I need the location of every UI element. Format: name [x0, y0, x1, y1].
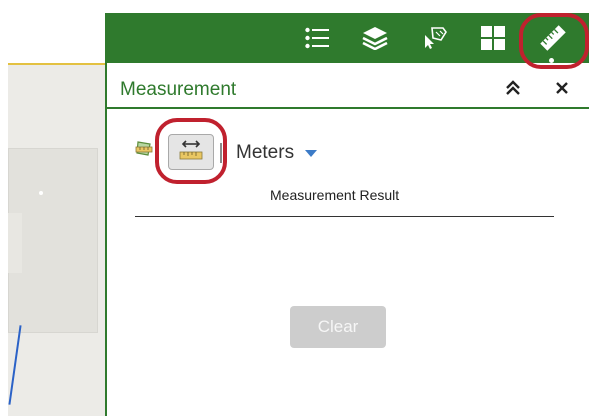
double-chevron-up-icon	[506, 80, 520, 95]
unit-label: Meters	[236, 142, 295, 163]
result-label: Measurement Result	[270, 187, 400, 203]
app-screen: Measurement Meters Measurement Result Cl…	[0, 0, 589, 416]
grid-button[interactable]	[473, 13, 513, 63]
top-toolbar	[105, 13, 589, 63]
select-icon	[425, 27, 447, 49]
ruler-icon	[540, 25, 566, 51]
collapse-button[interactable]	[504, 79, 522, 97]
panel-title: Measurement	[120, 79, 237, 100]
unit-dropdown[interactable]: Meters	[236, 141, 318, 165]
area-tool-button[interactable]	[135, 139, 153, 159]
result-divider	[135, 216, 554, 217]
map-view[interactable]	[8, 63, 108, 416]
layers-icon	[362, 27, 388, 50]
close-button[interactable]	[553, 79, 571, 97]
distance-tool-button[interactable]	[168, 134, 214, 170]
measurement-panel: Measurement	[105, 63, 589, 416]
caret-down-icon	[305, 149, 318, 157]
area-measure-icon	[135, 141, 153, 156]
select-button[interactable]	[415, 13, 455, 63]
map-feature-line	[8, 325, 22, 405]
list-icon	[305, 27, 329, 49]
layers-button[interactable]	[355, 13, 395, 63]
list-button[interactable]	[297, 13, 337, 63]
unit-separator	[220, 143, 222, 163]
map-road-line	[8, 63, 108, 65]
grid-icon	[481, 26, 505, 50]
map-building	[8, 213, 22, 273]
close-icon	[556, 82, 568, 94]
map-point	[39, 191, 43, 195]
measurement-button[interactable]	[533, 13, 573, 63]
distance-measure-icon	[179, 140, 203, 160]
panel-header: Measurement	[107, 63, 589, 109]
clear-button[interactable]: Clear	[290, 306, 386, 348]
